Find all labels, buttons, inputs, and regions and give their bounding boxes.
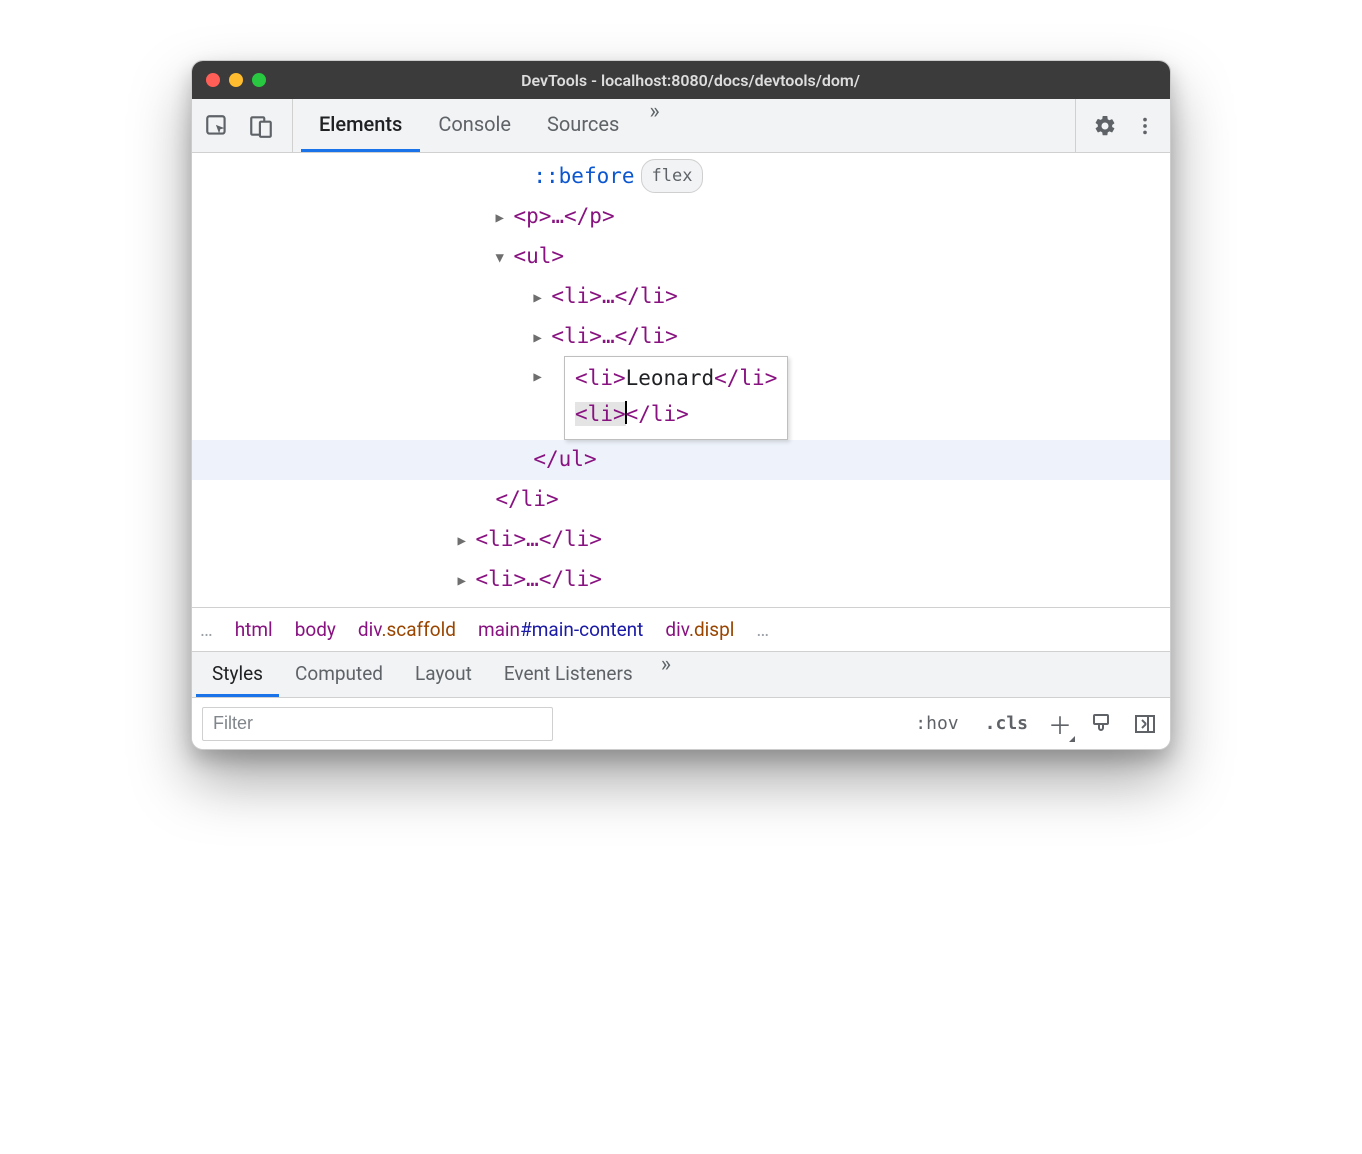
- kebab-menu-icon[interactable]: [1130, 111, 1160, 141]
- flex-badge[interactable]: flex: [641, 159, 704, 193]
- inspect-element-icon[interactable]: [202, 111, 232, 141]
- styles-filter-bar: :hov .cls ＋: [192, 697, 1170, 749]
- tab-styles[interactable]: Styles: [196, 652, 279, 697]
- breadcrumb-body[interactable]: body: [295, 618, 336, 641]
- p-collapsed-row[interactable]: ▶<p>…</p>: [192, 197, 1170, 237]
- styles-filter-input[interactable]: [202, 707, 553, 741]
- ul-open-row[interactable]: ▼<ul>: [192, 237, 1170, 277]
- styles-tabs: Styles Computed Layout Event Listeners »: [192, 651, 1170, 697]
- computed-panel-toggle-icon[interactable]: [1130, 709, 1160, 739]
- li-collapsed-row-2[interactable]: ▶<li>…</li>: [192, 317, 1170, 357]
- tab-event-listeners[interactable]: Event Listeners: [488, 652, 649, 697]
- window-close-icon[interactable]: [206, 73, 220, 87]
- cls-toggle[interactable]: .cls: [979, 711, 1034, 736]
- expand-arrow-icon[interactable]: ▶: [495, 205, 513, 232]
- expand-arrow-icon[interactable]: ▶: [533, 325, 551, 352]
- window-title: DevTools - localhost:8080/docs/devtools/…: [225, 71, 1156, 90]
- styles-tabs-overflow-icon[interactable]: »: [649, 652, 683, 697]
- html-edit-box[interactable]: <li>Leonard</li> <li></li>: [564, 356, 788, 439]
- tab-sources[interactable]: Sources: [529, 99, 637, 152]
- tab-console[interactable]: Console: [420, 99, 529, 152]
- li-collapsed-row-4[interactable]: ▶<li>…</li>: [192, 560, 1170, 600]
- paint-brush-icon[interactable]: [1086, 709, 1116, 739]
- dom-tree[interactable]: ::beforeflex ▶<p>…</p> ▼<ul> ▶<li>…</li>…: [192, 153, 1170, 607]
- li-collapsed-row-3[interactable]: ▶<li>…</li>: [192, 520, 1170, 560]
- titlebar: DevTools - localhost:8080/docs/devtools/…: [192, 61, 1170, 99]
- tab-computed[interactable]: Computed: [279, 652, 399, 697]
- li-close-row[interactable]: </li>: [192, 480, 1170, 520]
- expand-arrow-icon[interactable]: ▶: [533, 285, 551, 312]
- devtools-window: DevTools - localhost:8080/docs/devtools/…: [191, 60, 1171, 750]
- settings-gear-icon[interactable]: [1090, 111, 1120, 141]
- expand-arrow-icon[interactable]: ▶: [533, 364, 551, 391]
- collapse-arrow-icon[interactable]: ▼: [495, 245, 513, 272]
- device-toggle-icon[interactable]: [246, 111, 276, 141]
- tabs-overflow-icon[interactable]: »: [637, 99, 671, 152]
- new-style-rule-icon[interactable]: ＋: [1048, 706, 1072, 741]
- hov-toggle[interactable]: :hov: [909, 711, 964, 736]
- breadcrumb-div-scaffold[interactable]: div.scaffold: [358, 618, 456, 641]
- li-edit-row[interactable]: ▶ <li>Leonard</li> <li></li>: [192, 356, 1170, 439]
- ul-close-row[interactable]: </ul>: [192, 440, 1170, 480]
- li-collapsed-row-1[interactable]: ▶<li>…</li>: [192, 277, 1170, 317]
- tab-elements[interactable]: Elements: [301, 99, 420, 152]
- breadcrumb-main[interactable]: main#main-content: [478, 618, 643, 641]
- main-toolbar: Elements Console Sources »: [192, 99, 1170, 153]
- breadcrumb-overflow-left[interactable]: …: [200, 618, 213, 641]
- breadcrumb-div-displ[interactable]: div.displ: [665, 618, 734, 641]
- tab-layout[interactable]: Layout: [399, 652, 488, 697]
- expand-arrow-icon[interactable]: ▶: [458, 568, 476, 595]
- breadcrumb: … html body div.scaffold main#main-conte…: [192, 607, 1170, 651]
- breadcrumb-html[interactable]: html: [235, 618, 273, 641]
- expand-arrow-icon[interactable]: ▶: [458, 528, 476, 555]
- breadcrumb-overflow-right[interactable]: …: [756, 618, 769, 641]
- pseudo-before-row[interactable]: ::beforeflex: [192, 157, 1170, 197]
